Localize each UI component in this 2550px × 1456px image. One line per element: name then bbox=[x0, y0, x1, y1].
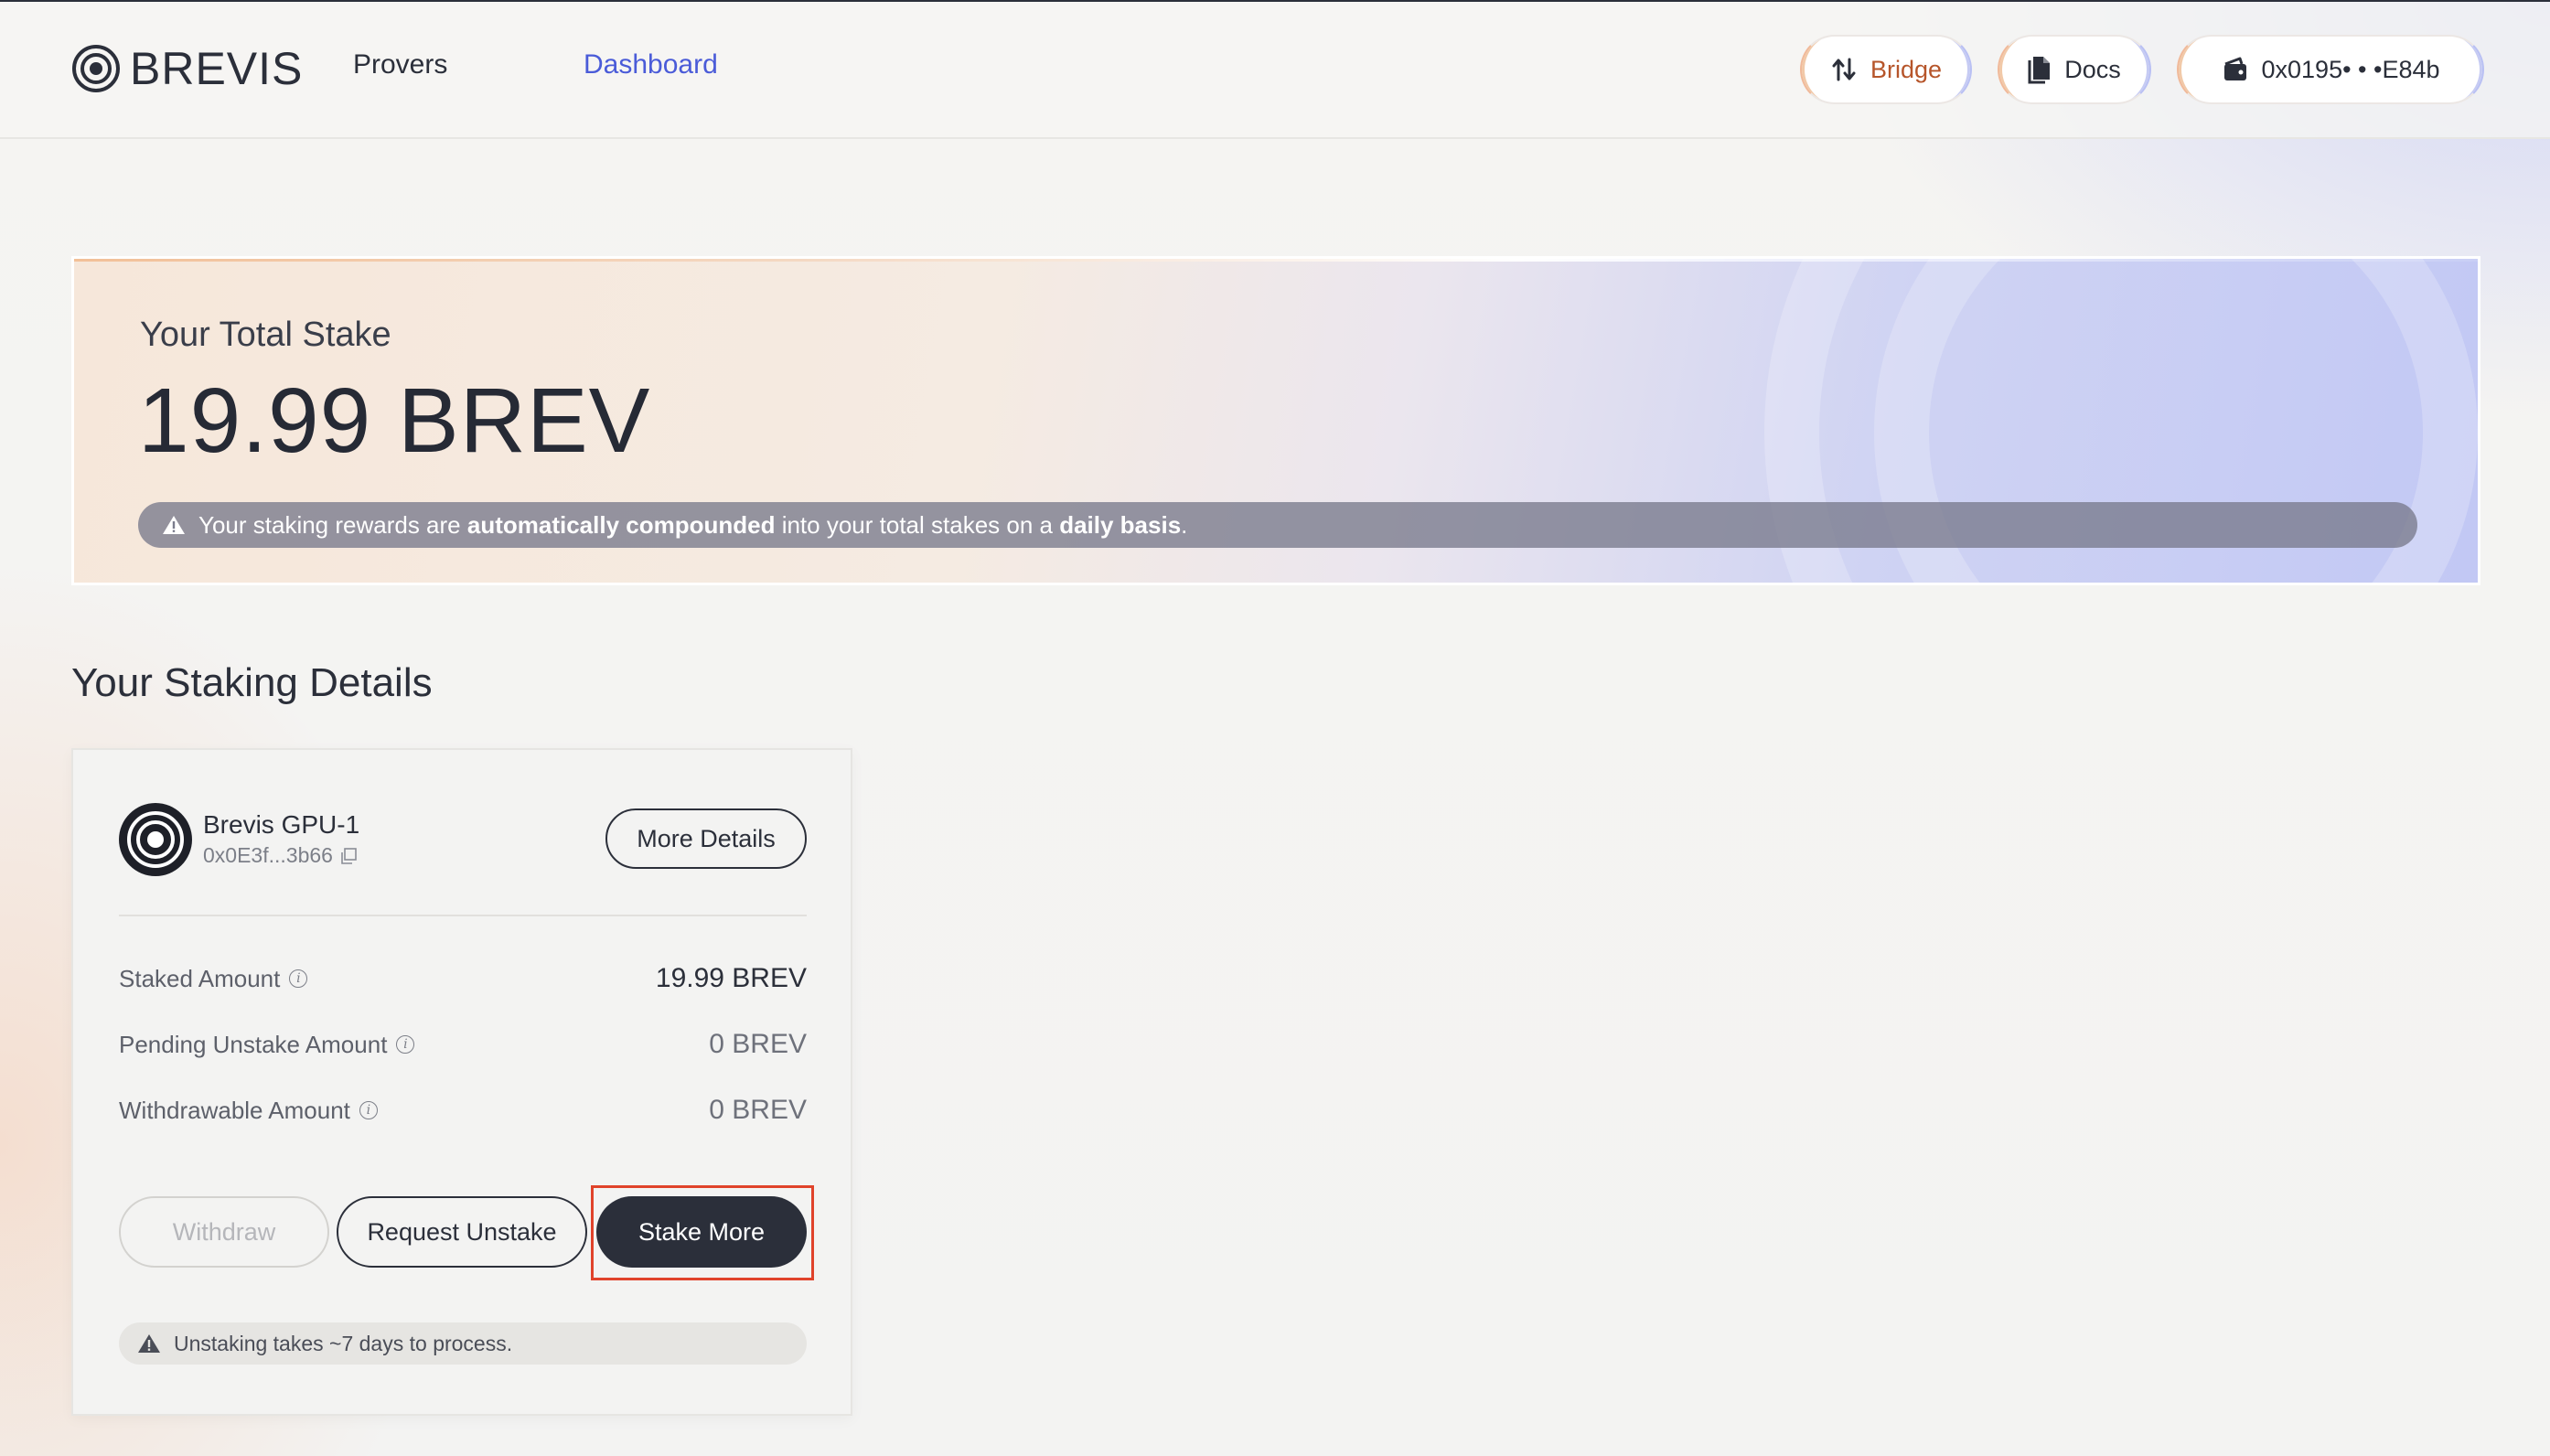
info-icon[interactable]: i bbox=[359, 1101, 378, 1119]
info-icon[interactable]: i bbox=[289, 969, 308, 988]
stake-more-button[interactable]: Stake More bbox=[596, 1196, 807, 1268]
swap-arrows-icon bbox=[1832, 58, 1856, 81]
staking-details-title: Your Staking Details bbox=[71, 660, 433, 705]
total-stake-panel: Your Total Stake 19.99 BREV Your staking… bbox=[71, 256, 2480, 585]
total-stake-label: Your Total Stake bbox=[140, 316, 391, 354]
bridge-button[interactable]: Bridge bbox=[1800, 35, 1972, 104]
top-navbar: BREVIS Provers Dashboard Bridge Docs 0x0… bbox=[0, 0, 2550, 139]
nav-provers-link[interactable]: Provers bbox=[353, 49, 447, 80]
total-stake-amount: 19.99 BREV bbox=[138, 369, 651, 472]
brevis-logo[interactable]: BREVIS bbox=[71, 43, 304, 94]
unstake-info-text: Unstaking takes ~7 days to process. bbox=[174, 1331, 513, 1355]
wallet-address: 0x0195• • •E84b bbox=[2261, 55, 2440, 83]
staked-amount-row: Staked Amount i 19.99 BREV bbox=[119, 960, 807, 997]
more-details-button[interactable]: More Details bbox=[605, 808, 807, 869]
wallet-button[interactable]: 0x0195• • •E84b bbox=[2177, 35, 2484, 104]
warning-icon bbox=[163, 516, 185, 534]
brevis-logo-text: BREVIS bbox=[130, 43, 304, 94]
unstake-info-note: Unstaking takes ~7 days to process. bbox=[119, 1322, 807, 1365]
request-unstake-button[interactable]: Request Unstake bbox=[337, 1196, 587, 1268]
pending-unstake-row: Pending Unstake Amount i 0 BREV bbox=[119, 1026, 807, 1063]
withdrawable-amount-value: 0 BREV bbox=[709, 1095, 807, 1125]
prover-address: 0x0E3f...3b66 bbox=[203, 843, 357, 868]
window-top-border bbox=[0, 0, 2550, 2]
nav-dashboard-link[interactable]: Dashboard bbox=[584, 49, 718, 80]
pending-unstake-label: Pending Unstake Amount i bbox=[119, 1031, 415, 1059]
withdrawable-amount-row: Withdrawable Amount i 0 BREV bbox=[119, 1092, 807, 1129]
withdrawable-amount-label: Withdrawable Amount i bbox=[119, 1097, 378, 1125]
docs-button[interactable]: Docs bbox=[1998, 35, 2151, 104]
warning-icon bbox=[138, 1334, 160, 1353]
bridge-label: Bridge bbox=[1870, 55, 1943, 83]
docs-label: Docs bbox=[2064, 55, 2121, 83]
prover-name: Brevis GPU-1 bbox=[203, 810, 360, 839]
copy-icon[interactable] bbox=[340, 847, 357, 864]
staking-card: Brevis GPU-1 0x0E3f...3b66 More Details … bbox=[71, 748, 852, 1416]
brevis-logo-icon bbox=[72, 45, 120, 92]
prover-address-text: 0x0E3f...3b66 bbox=[203, 843, 333, 867]
pending-unstake-value: 0 BREV bbox=[709, 1029, 807, 1059]
prover-avatar bbox=[119, 803, 192, 876]
compound-info-text: Your staking rewards are automatically c… bbox=[198, 510, 1188, 539]
staked-amount-value: 19.99 BREV bbox=[655, 963, 807, 993]
compound-info-banner: Your staking rewards are automatically c… bbox=[138, 502, 2417, 548]
wallet-icon bbox=[2223, 57, 2246, 80]
card-divider bbox=[119, 915, 807, 916]
info-icon[interactable]: i bbox=[396, 1035, 415, 1054]
withdraw-button[interactable]: Withdraw bbox=[119, 1196, 329, 1268]
staked-amount-label: Staked Amount i bbox=[119, 965, 308, 993]
document-icon bbox=[2028, 57, 2051, 84]
